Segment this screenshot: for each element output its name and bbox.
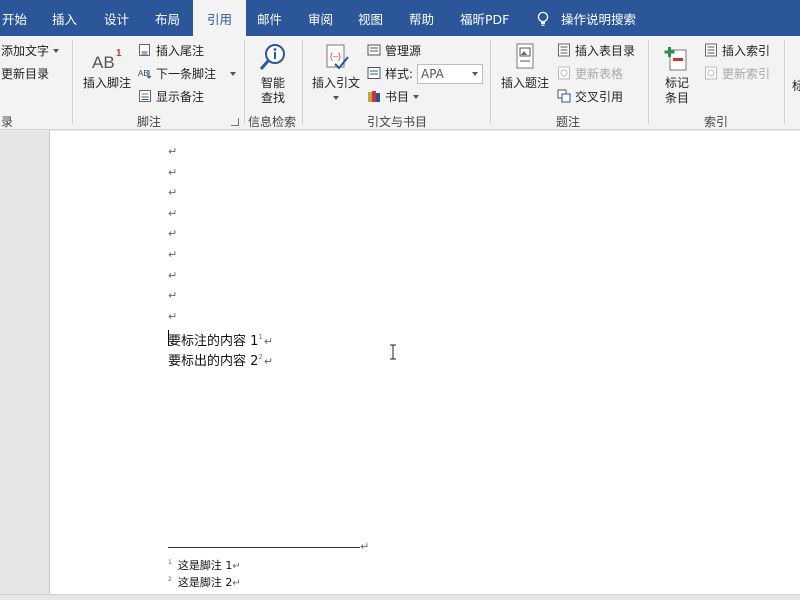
update-index-button[interactable]: 更新索引 [704,64,770,84]
insert-citation-button[interactable]: (–) 插入引文 [310,42,362,106]
insert-index-icon [705,43,717,57]
tab-mailings[interactable]: 邮件 [257,0,282,36]
update-table-icon [558,66,570,80]
endnote-icon [139,44,150,56]
empty-paragraph-mark: ↵ [168,268,178,282]
empty-paragraph-mark: ↵ [168,289,178,303]
empty-paragraph-mark: ↵ [168,227,178,241]
footnote-ab-icon: AB 1 [92,48,122,72]
group-separator [72,40,73,124]
tab-layout[interactable]: 布局 [155,0,180,36]
empty-paragraph-mark: ↵ [168,186,178,200]
empty-paragraph-mark: ↵ [168,145,178,158]
insert-table-of-figures-button[interactable]: 插入表目录 [557,41,635,61]
insert-index-button[interactable]: 插入索引 [704,41,770,61]
svg-text:(–): (–) [330,51,341,61]
footnote-ref-2[interactable]: 2 [258,353,262,361]
research-group-label: 信息检索 [248,115,297,129]
table-of-authorities-button[interactable]: 标 [792,76,800,96]
manage-sources-icon [367,44,381,56]
body-line-1[interactable]: 要标注的内容 11↵ [168,330,273,349]
insert-citation-icon: (–) [326,44,349,70]
empty-paragraph-mark: ↵ [168,206,178,220]
tab-help[interactable]: 帮助 [409,0,434,36]
footnote-separator [168,547,360,548]
mark-entry-button[interactable]: 标记 条目 [656,42,698,106]
manage-sources-button[interactable]: 管理源 [367,41,421,61]
lightbulb-icon[interactable] [536,11,550,27]
style-icon [367,67,381,79]
toc-group-label: 录 [1,115,14,129]
index-group-label: 索引 [704,115,729,129]
footnotes-dialog-launcher[interactable] [231,118,239,126]
group-separator [490,40,491,124]
body-line-2[interactable]: 要标出的内容 22↵ [168,350,273,369]
text-cursor [168,330,169,346]
group-separator [784,40,785,124]
insert-footnote-button[interactable]: AB 1 插入脚注 [80,46,134,91]
empty-paragraph-mark: ↵ [168,248,178,261]
svg-text:1: 1 [116,48,122,59]
tab-view[interactable]: 视图 [358,0,383,36]
style-label: 样式: [367,64,413,84]
tab-design[interactable]: 设计 [104,0,129,36]
footnote-2[interactable]: 2 这是脚注 2↵ [168,574,241,590]
group-separator [244,40,245,124]
show-notes-button[interactable]: 显示备注 [138,87,204,107]
table-of-figures-icon [558,43,570,57]
svg-text:AB: AB [92,53,115,72]
tab-review[interactable]: 审阅 [308,0,333,36]
captions-group-label: 题注 [556,115,581,129]
bibliography-button[interactable]: 书目 [367,87,420,107]
smart-lookup-icon [259,44,285,70]
footnote-1[interactable]: 1 这是脚注 1↵ [168,557,241,573]
empty-paragraph-mark: ↵ [168,309,178,323]
tab-insert[interactable]: 插入 [52,0,77,36]
separator-paragraph-mark: ↵ [360,540,370,553]
citations-group-label: 引文与书目 [367,115,428,129]
cross-reference-button[interactable]: 交叉引用 [557,87,623,107]
update-table-button[interactable]: 更新表格 [557,64,623,84]
next-footnote-icon: AB [138,69,152,79]
tab-references[interactable]: 引用 [193,0,247,38]
update-index-icon [705,66,717,80]
empty-paragraph-mark: ↵ [168,165,178,179]
next-footnote-button[interactable]: AB 下一条脚注 [138,64,237,84]
document-page[interactable] [49,131,800,594]
tab-foxit-pdf[interactable]: 福昕PDF [460,0,509,36]
page-gap [0,594,800,600]
cross-reference-icon [557,89,571,103]
ibeam-cursor-icon [390,344,396,360]
ribbon-tab-bar: 开始 插入 设计 布局 引用 邮件 审阅 视图 帮助 福昕PDF 操作说明搜索 [0,0,800,38]
bibliography-icon [368,91,380,102]
mark-entry-icon [664,47,687,71]
insert-caption-button[interactable]: 插入题注 [498,42,552,91]
tell-me-search[interactable]: 操作说明搜索 [561,0,636,36]
smart-lookup-button[interactable]: 智能 查找 [252,42,294,106]
footnotes-group-label: 脚注 [137,115,162,129]
tab-home[interactable]: 开始 [2,0,27,36]
insert-endnote-button[interactable]: 插入尾注 [138,41,204,61]
group-separator [648,40,649,124]
add-text-button[interactable]: 添加文字 [1,41,60,61]
update-toc-button[interactable]: 更新目录 [1,64,49,84]
citation-style-select[interactable]: APA [417,64,483,84]
insert-caption-icon [516,43,534,69]
group-separator [302,40,303,124]
ribbon-references: 添加文字 更新目录 录 AB 1 插入脚注 插入尾注 AB 下一条脚注 显示备注… [0,36,800,130]
footnote-ref-1[interactable]: 1 [258,333,262,341]
show-notes-icon [139,90,151,102]
